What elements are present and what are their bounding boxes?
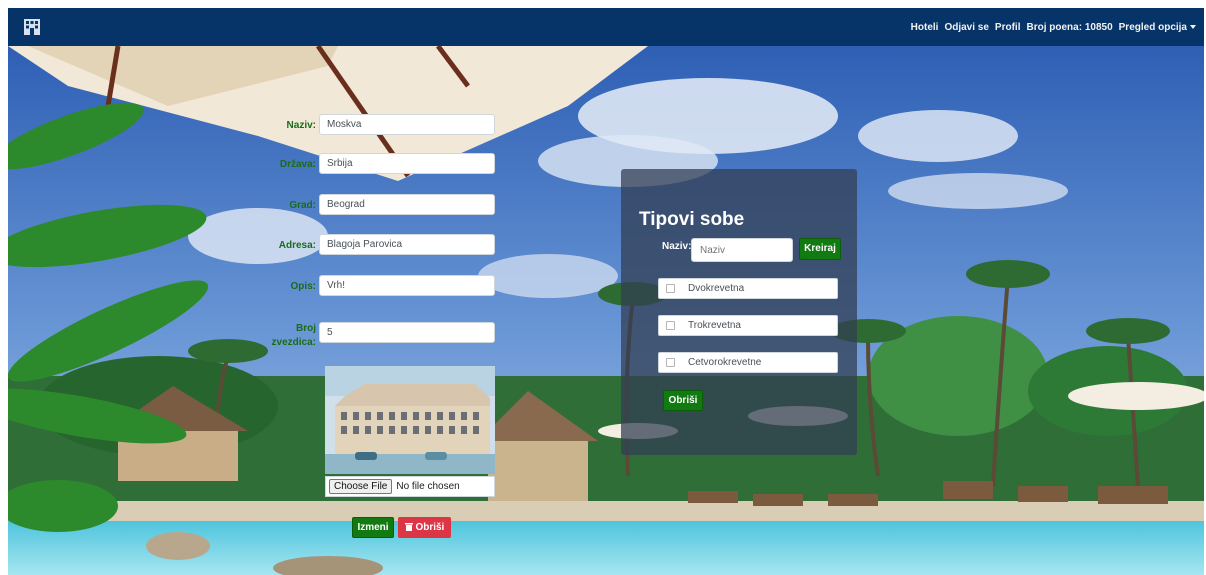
opis-label: Opis: — [290, 281, 316, 292]
room-type-item[interactable]: Cetvorokrevetne — [658, 352, 838, 373]
nav-hoteli-link[interactable]: Hoteli — [911, 22, 939, 33]
background-resort-photo — [8, 46, 1204, 575]
broj-zvezdica-input[interactable] — [319, 322, 495, 343]
page: Hoteli Odjavi se Profil Broj poena: 1085… — [0, 0, 1206, 575]
naziv-input[interactable] — [319, 114, 495, 135]
adresa-label: Adresa: — [278, 240, 316, 251]
nav-links: Hoteli Odjavi se Profil Broj poena: 1085… — [911, 22, 1196, 33]
room-types-title: Tipovi sobe — [639, 209, 745, 230]
top-navbar: Hoteli Odjavi se Profil Broj poena: 1085… — [8, 8, 1204, 46]
room-types-panel: Tipovi sobe Naziv: Kreiraj Dvokrevetna T… — [621, 169, 857, 455]
room-type-name-label: Naziv: — [662, 241, 692, 252]
nav-options-label: Pregled opcija — [1118, 21, 1187, 33]
delete-room-types-button[interactable]: Obriši — [663, 390, 703, 411]
izmeni-button[interactable]: Izmeni — [352, 517, 394, 538]
broj-zvezdica-label: Broj zvezdica: — [246, 322, 316, 350]
room-type-item[interactable]: Trokrevetna — [658, 315, 838, 336]
room-type-checkbox[interactable] — [666, 358, 675, 367]
room-type-label: Dvokrevetna — [688, 283, 745, 294]
hotel-photo — [325, 366, 495, 474]
nav-profile-link[interactable]: Profil — [995, 22, 1021, 33]
file-input[interactable]: Choose File No file chosen — [325, 476, 495, 497]
obrisi-hotel-button[interactable]: Obriši — [398, 517, 451, 538]
caret-down-icon — [1190, 24, 1196, 29]
room-type-name-input[interactable] — [691, 238, 793, 262]
room-type-label: Trokrevetna — [688, 320, 741, 331]
drzava-label: Država: — [279, 159, 316, 170]
hotel-brand-icon[interactable] — [22, 17, 42, 37]
nav-options-dropdown[interactable]: Pregled opcija — [1119, 22, 1196, 33]
room-type-label: Cetvorokrevetne — [688, 357, 762, 368]
drzava-input[interactable] — [319, 153, 495, 174]
grad-input[interactable] — [319, 194, 495, 215]
trash-icon — [404, 523, 413, 531]
room-type-item[interactable]: Dvokrevetna — [658, 278, 838, 299]
adresa-input[interactable] — [319, 234, 495, 255]
naziv-label: Naziv: — [286, 120, 316, 131]
obrisi-hotel-label: Obriši — [415, 522, 445, 533]
broj-zvezdica-label-line2: zvezdica: — [271, 337, 316, 348]
points-balance: Broj poena: 10850 — [1026, 21, 1113, 33]
opis-input[interactable] — [319, 275, 495, 296]
room-type-checkbox[interactable] — [666, 284, 675, 293]
room-type-checkbox[interactable] — [666, 321, 675, 330]
file-status: No file chosen — [396, 481, 460, 492]
broj-zvezdica-label-line1: Broj — [296, 323, 316, 334]
grad-label: Grad: — [289, 200, 316, 211]
nav-logout-link[interactable]: Odjavi se — [944, 22, 988, 33]
create-room-type-button[interactable]: Kreiraj — [799, 238, 841, 260]
choose-file-button[interactable]: Choose File — [329, 479, 393, 494]
